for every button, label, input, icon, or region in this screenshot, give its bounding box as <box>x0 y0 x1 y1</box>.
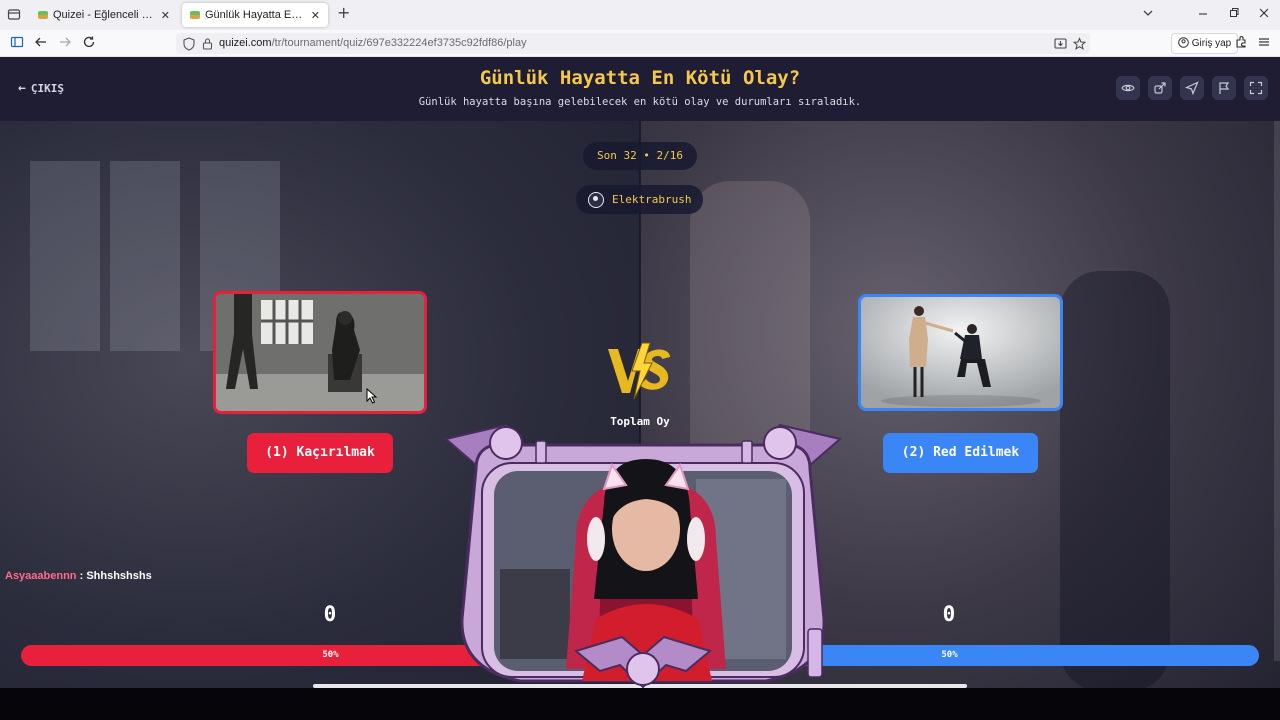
option-right-button[interactable]: (2) Red Edilmek <box>883 433 1038 473</box>
stream-chat-message: Asyaaabennn : Shhshshshs <box>5 570 152 582</box>
send-icon[interactable] <box>1180 76 1204 100</box>
chevron-down-icon[interactable] <box>1142 7 1154 24</box>
chat-separator: : <box>76 570 87 582</box>
tab-title: Quizei - Eğlenceli ve etkileşimli <box>53 9 157 21</box>
vs-lightning-icon <box>608 342 670 400</box>
account-button[interactable]: Giriş yap <box>1171 33 1239 55</box>
minimize-icon[interactable] <box>1198 7 1208 24</box>
webcam-overlay <box>436 419 850 719</box>
back-icon[interactable] <box>34 35 48 54</box>
close-tab-icon[interactable]: ✕ <box>161 9 170 22</box>
address-bar[interactable]: quizei.com/tr/tournament/quiz/697e332224… <box>176 33 1090 54</box>
quiz-play-page: ← ÇIKIŞ Günlük Hayatta En Kötü Olay? Günl… <box>0 57 1280 720</box>
quizei-favicon-icon <box>190 11 200 19</box>
url-path: /tr/tournament/quiz/697e332224ef3735c92f… <box>271 37 527 49</box>
extensions-icon[interactable] <box>1234 35 1248 54</box>
tab-title: Günlük Hayatta En Kötü Olay? - <box>205 9 307 21</box>
right-vote-count: 0 <box>942 602 956 626</box>
tab-list-icon[interactable] <box>7 7 21 26</box>
menu-icon[interactable] <box>1258 35 1270 54</box>
shield-icon[interactable] <box>183 36 195 55</box>
quiz-subtitle: Günlük hayatta başına gelebilecek en köt… <box>418 96 862 108</box>
left-vote-count: 0 <box>323 602 337 626</box>
flag-icon[interactable] <box>1212 76 1236 100</box>
option-right-image[interactable] <box>858 294 1063 411</box>
mouse-cursor-icon <box>366 388 378 404</box>
option-left-button[interactable]: (1) Kaçırılmak <box>247 433 393 473</box>
sidebar-icon[interactable] <box>10 35 24 54</box>
author-name: Elektrabrush <box>612 192 692 206</box>
account-icon <box>1178 36 1189 55</box>
browser-tab-bar: Quizei - Eğlenceli ve etkileşimli ✕ Günl… <box>0 0 1280 30</box>
option-left-image[interactable] <box>213 291 427 414</box>
page-scrollbar[interactable] <box>1274 121 1280 661</box>
lock-icon[interactable] <box>202 36 213 55</box>
arrow-left-icon: ← <box>18 81 26 96</box>
share-icon[interactable] <box>1148 76 1172 100</box>
url-text: quizei.com/tr/tournament/quiz/697e332224… <box>219 37 527 49</box>
round-indicator: Son 32 • 2/16 <box>583 142 697 170</box>
author-badge[interactable]: Elektrabrush <box>576 185 703 214</box>
close-icon[interactable] <box>1259 7 1269 24</box>
eye-icon[interactable] <box>1116 76 1140 100</box>
reload-icon[interactable] <box>82 35 96 54</box>
url-host: quizei.com <box>219 37 272 49</box>
fullscreen-icon[interactable] <box>1244 76 1268 100</box>
chat-username: Asyaaabennn <box>5 570 77 582</box>
account-label: Giriş yap <box>1191 38 1232 49</box>
browser-nav-bar: quizei.com/tr/tournament/quiz/697e332224… <box>0 30 1280 57</box>
restore-icon[interactable] <box>1229 7 1239 24</box>
tab-quiz-play[interactable]: Günlük Hayatta En Kötü Olay? - ✕ <box>182 3 328 27</box>
new-tab-button[interactable]: + <box>337 5 350 21</box>
install-icon[interactable] <box>1054 36 1067 55</box>
chat-message-text: Shhshshshs <box>86 570 152 582</box>
forward-icon[interactable] <box>58 35 72 54</box>
quiz-header: ← ÇIKIŞ Günlük Hayatta En Kötü Olay? Günl… <box>0 57 1280 121</box>
star-icon[interactable] <box>1072 36 1087 55</box>
close-tab-icon[interactable]: ✕ <box>311 9 320 22</box>
quiz-title: Günlük Hayatta En Kötü Olay? <box>479 67 801 89</box>
quizei-favicon-icon <box>38 11 48 19</box>
exit-label: ÇIKIŞ <box>30 82 64 95</box>
tab-quizei-home[interactable]: Quizei - Eğlenceli ve etkileşimli ✕ <box>30 3 178 27</box>
avatar-icon <box>588 191 604 208</box>
exit-button[interactable]: ← ÇIKIŞ <box>18 81 64 96</box>
